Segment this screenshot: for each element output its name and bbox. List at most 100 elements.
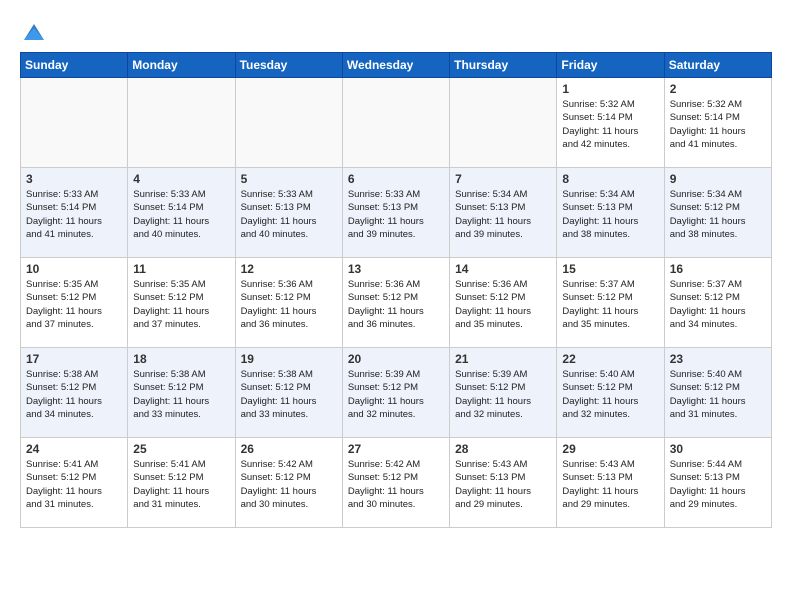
day-number: 13 <box>348 262 444 276</box>
day-number: 1 <box>562 82 658 96</box>
day-info: Sunrise: 5:39 AM Sunset: 5:12 PM Dayligh… <box>348 368 444 421</box>
calendar-cell: 14Sunrise: 5:36 AM Sunset: 5:12 PM Dayli… <box>450 258 557 348</box>
day-number: 6 <box>348 172 444 186</box>
day-number: 16 <box>670 262 766 276</box>
day-info: Sunrise: 5:37 AM Sunset: 5:12 PM Dayligh… <box>562 278 658 331</box>
calendar-header-row: SundayMondayTuesdayWednesdayThursdayFrid… <box>21 53 772 78</box>
weekday-header: Thursday <box>450 53 557 78</box>
calendar-cell: 5 Sunrise: 5:33 AM Sunset: 5:13 PM Daylig… <box>235 168 342 258</box>
calendar-cell: 26 Sunrise: 5:42 AM Sunset: 5:12 PM Dayli… <box>235 438 342 528</box>
day-number: 20 <box>348 352 444 366</box>
calendar-cell: 16Sunrise: 5:37 AM Sunset: 5:12 PM Dayli… <box>664 258 771 348</box>
day-info: Sunrise: 5:44 AM Sunset: 5:13 PM Dayligh… <box>670 458 766 511</box>
day-number: 28 <box>455 442 551 456</box>
day-info: Sunrise: 5:34 AM Sunset: 5:12 PM Dayligh… <box>670 188 766 241</box>
calendar-cell <box>128 78 235 168</box>
day-info: Sunrise: 5:38 AM Sunset: 5:12 PM Dayligh… <box>133 368 229 421</box>
day-info: Sunrise: 5:33 AM Sunset: 5:14 PM Dayligh… <box>133 188 229 241</box>
calendar-cell: 28 Sunrise: 5:43 AM Sunset: 5:13 PM Dayli… <box>450 438 557 528</box>
day-number: 26 <box>241 442 337 456</box>
calendar-cell: 30 Sunrise: 5:44 AM Sunset: 5:13 PM Dayli… <box>664 438 771 528</box>
day-number: 18 <box>133 352 229 366</box>
calendar-cell: 15 Sunrise: 5:37 AM Sunset: 5:12 PM Dayli… <box>557 258 664 348</box>
calendar-cell: 12 Sunrise: 5:36 AM Sunset: 5:12 PM Dayli… <box>235 258 342 348</box>
day-info: Sunrise: 5:41 AM Sunset: 5:12 PM Dayligh… <box>133 458 229 511</box>
day-info: Sunrise: 5:32 AM Sunset: 5:14 PM Dayligh… <box>562 98 658 151</box>
calendar-cell: 21 Sunrise: 5:39 AM Sunset: 5:12 PM Dayli… <box>450 348 557 438</box>
day-number: 27 <box>348 442 444 456</box>
day-info: Sunrise: 5:43 AM Sunset: 5:13 PM Dayligh… <box>455 458 551 511</box>
calendar-cell: 24 Sunrise: 5:41 AM Sunset: 5:12 PM Dayli… <box>21 438 128 528</box>
calendar-cell: 1 Sunrise: 5:32 AM Sunset: 5:14 PM Daylig… <box>557 78 664 168</box>
day-number: 2 <box>670 82 766 96</box>
day-number: 19 <box>241 352 337 366</box>
weekday-header: Saturday <box>664 53 771 78</box>
day-info: Sunrise: 5:38 AM Sunset: 5:12 PM Dayligh… <box>26 368 122 421</box>
calendar-week-row: 10Sunrise: 5:35 AM Sunset: 5:12 PM Dayli… <box>21 258 772 348</box>
day-info: Sunrise: 5:32 AM Sunset: 5:14 PM Dayligh… <box>670 98 766 151</box>
calendar-cell: 18 Sunrise: 5:38 AM Sunset: 5:12 PM Dayli… <box>128 348 235 438</box>
calendar-cell: 22 Sunrise: 5:40 AM Sunset: 5:12 PM Dayli… <box>557 348 664 438</box>
calendar-cell <box>450 78 557 168</box>
day-info: Sunrise: 5:42 AM Sunset: 5:12 PM Dayligh… <box>241 458 337 511</box>
day-number: 23 <box>670 352 766 366</box>
calendar-cell: 3Sunrise: 5:33 AM Sunset: 5:14 PM Daylig… <box>21 168 128 258</box>
calendar-cell: 4 Sunrise: 5:33 AM Sunset: 5:14 PM Daylig… <box>128 168 235 258</box>
day-number: 30 <box>670 442 766 456</box>
logo-icon <box>20 18 48 46</box>
day-info: Sunrise: 5:36 AM Sunset: 5:12 PM Dayligh… <box>241 278 337 331</box>
calendar-cell: 9 Sunrise: 5:34 AM Sunset: 5:12 PM Daylig… <box>664 168 771 258</box>
day-info: Sunrise: 5:36 AM Sunset: 5:12 PM Dayligh… <box>348 278 444 331</box>
day-info: Sunrise: 5:40 AM Sunset: 5:12 PM Dayligh… <box>670 368 766 421</box>
day-number: 11 <box>133 262 229 276</box>
calendar-week-row: 17 Sunrise: 5:38 AM Sunset: 5:12 PM Dayli… <box>21 348 772 438</box>
day-info: Sunrise: 5:42 AM Sunset: 5:12 PM Dayligh… <box>348 458 444 511</box>
day-number: 24 <box>26 442 122 456</box>
day-info: Sunrise: 5:38 AM Sunset: 5:12 PM Dayligh… <box>241 368 337 421</box>
calendar-cell: 10Sunrise: 5:35 AM Sunset: 5:12 PM Dayli… <box>21 258 128 348</box>
day-number: 9 <box>670 172 766 186</box>
day-info: Sunrise: 5:41 AM Sunset: 5:12 PM Dayligh… <box>26 458 122 511</box>
day-info: Sunrise: 5:43 AM Sunset: 5:13 PM Dayligh… <box>562 458 658 511</box>
day-info: Sunrise: 5:36 AM Sunset: 5:12 PM Dayligh… <box>455 278 551 331</box>
calendar-cell: 23 Sunrise: 5:40 AM Sunset: 5:12 PM Dayli… <box>664 348 771 438</box>
day-number: 5 <box>241 172 337 186</box>
day-info: Sunrise: 5:34 AM Sunset: 5:13 PM Dayligh… <box>562 188 658 241</box>
day-info: Sunrise: 5:33 AM Sunset: 5:14 PM Dayligh… <box>26 188 122 241</box>
day-number: 29 <box>562 442 658 456</box>
weekday-header: Monday <box>128 53 235 78</box>
day-info: Sunrise: 5:39 AM Sunset: 5:12 PM Dayligh… <box>455 368 551 421</box>
day-info: Sunrise: 5:35 AM Sunset: 5:12 PM Dayligh… <box>26 278 122 331</box>
calendar-cell: 2 Sunrise: 5:32 AM Sunset: 5:14 PM Daylig… <box>664 78 771 168</box>
weekday-header: Wednesday <box>342 53 449 78</box>
day-number: 21 <box>455 352 551 366</box>
day-number: 15 <box>562 262 658 276</box>
calendar-cell <box>235 78 342 168</box>
calendar-cell: 20 Sunrise: 5:39 AM Sunset: 5:12 PM Dayli… <box>342 348 449 438</box>
day-number: 17 <box>26 352 122 366</box>
weekday-header: Sunday <box>21 53 128 78</box>
day-info: Sunrise: 5:33 AM Sunset: 5:13 PM Dayligh… <box>241 188 337 241</box>
calendar-cell: 17 Sunrise: 5:38 AM Sunset: 5:12 PM Dayli… <box>21 348 128 438</box>
day-number: 12 <box>241 262 337 276</box>
day-number: 8 <box>562 172 658 186</box>
day-number: 4 <box>133 172 229 186</box>
calendar-cell: 13 Sunrise: 5:36 AM Sunset: 5:12 PM Dayli… <box>342 258 449 348</box>
calendar-week-row: 1 Sunrise: 5:32 AM Sunset: 5:14 PM Daylig… <box>21 78 772 168</box>
day-number: 7 <box>455 172 551 186</box>
day-number: 22 <box>562 352 658 366</box>
day-number: 25 <box>133 442 229 456</box>
calendar-cell <box>342 78 449 168</box>
page-header <box>20 10 772 46</box>
day-info: Sunrise: 5:40 AM Sunset: 5:12 PM Dayligh… <box>562 368 658 421</box>
calendar-table: SundayMondayTuesdayWednesdayThursdayFrid… <box>20 52 772 528</box>
calendar-cell: 8 Sunrise: 5:34 AM Sunset: 5:13 PM Daylig… <box>557 168 664 258</box>
day-info: Sunrise: 5:34 AM Sunset: 5:13 PM Dayligh… <box>455 188 551 241</box>
day-info: Sunrise: 5:33 AM Sunset: 5:13 PM Dayligh… <box>348 188 444 241</box>
weekday-header: Friday <box>557 53 664 78</box>
calendar-cell: 6 Sunrise: 5:33 AM Sunset: 5:13 PM Daylig… <box>342 168 449 258</box>
calendar-cell: 27 Sunrise: 5:42 AM Sunset: 5:12 PM Dayli… <box>342 438 449 528</box>
calendar-cell: 25 Sunrise: 5:41 AM Sunset: 5:12 PM Dayli… <box>128 438 235 528</box>
calendar-cell <box>21 78 128 168</box>
calendar-cell: 29 Sunrise: 5:43 AM Sunset: 5:13 PM Dayli… <box>557 438 664 528</box>
